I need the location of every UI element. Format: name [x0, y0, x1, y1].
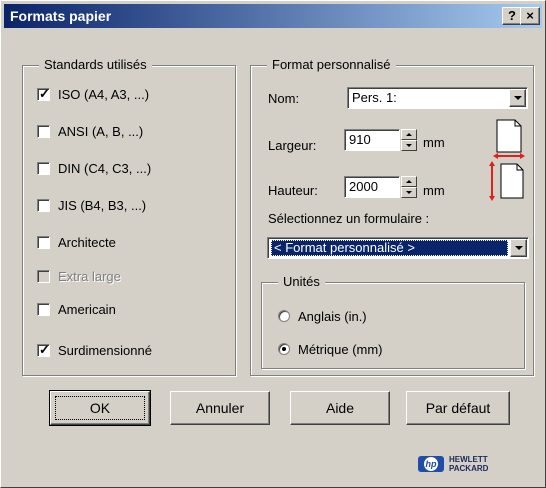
checkbox-jis-label: JIS (B4, B3, ...) [58, 197, 147, 213]
checkbox-extra-large-box [37, 269, 50, 283]
radio-selected-dot-icon [282, 347, 286, 351]
spin-down-icon[interactable] [401, 187, 417, 198]
form-select-label: Sélectionnez un formulaire : [268, 211, 430, 226]
chevron-down-icon[interactable] [509, 89, 526, 107]
hp-brand-text: HEWLETT PACKARD [449, 455, 488, 473]
units-group: Unités Anglais (in.) Métrique (mm) [261, 274, 525, 369]
radio-anglais-button[interactable] [278, 310, 290, 322]
checkbox-architecte-box[interactable] [37, 235, 50, 249]
checkbox-din-box[interactable] [37, 161, 50, 175]
height-spinner[interactable] [401, 176, 417, 198]
checkbox-americain-label: Americain [58, 301, 116, 317]
name-label: Nom: [268, 91, 300, 106]
units-legend: Unités [278, 274, 325, 289]
checkbox-jis[interactable]: JIS (B4, B3, ...) [37, 196, 146, 214]
checkbox-din-label: DIN (C4, C3, ...) [58, 160, 152, 176]
form-select-value: < Format personnalisé > [271, 240, 508, 256]
checkbox-iso-box[interactable]: ✓ [37, 85, 50, 101]
standards-group: Standards utilisés ✓ ISO (A4, A3, ...) A… [22, 57, 236, 376]
checkbox-jis-box[interactable] [37, 198, 50, 212]
checkbox-extra-large-label: Extra large [58, 268, 121, 284]
custom-format-group: Format personnalisé Nom: Pers. 1: Largeu… [250, 57, 534, 376]
height-unit: mm [423, 183, 445, 198]
width-label: Largeur: [268, 138, 317, 153]
height-input[interactable]: 2000 [344, 176, 400, 198]
checkbox-americain[interactable]: Americain [37, 300, 116, 318]
checkbox-iso-label: ISO (A4, A3, ...) [58, 86, 150, 102]
checkbox-iso[interactable]: ✓ ISO (A4, A3, ...) [37, 85, 149, 103]
ok-button[interactable]: OK [49, 390, 151, 426]
radio-metrique[interactable]: Métrique (mm) [278, 340, 383, 358]
check-mark-icon: ✓ [39, 341, 50, 357]
spin-up-icon[interactable] [401, 129, 417, 140]
radio-metrique-button[interactable] [278, 343, 290, 355]
checkbox-ansi-box[interactable] [37, 124, 50, 138]
window-title: Formats papier [10, 8, 112, 24]
name-select[interactable]: Pers. 1: [347, 87, 528, 109]
checkbox-architecte[interactable]: Architecte [37, 233, 116, 251]
width-spinner[interactable] [401, 129, 417, 151]
checkbox-din[interactable]: DIN (C4, C3, ...) [37, 159, 151, 177]
spin-up-icon[interactable] [401, 176, 417, 187]
name-select-value: Pers. 1: [352, 90, 397, 105]
brand-line2: PACKARD [449, 464, 489, 473]
checkbox-architecte-label: Architecte [58, 234, 116, 250]
title-bar[interactable]: Formats papier ? × [4, 4, 542, 28]
standards-legend: Standards utilisés [39, 57, 152, 72]
checkbox-surdimensionne-label: Surdimensionné [58, 342, 152, 358]
focus-rect [55, 396, 145, 420]
formats-papier-dialog: Formats papier ? × Standards utilisés ✓ … [0, 0, 546, 488]
brand-line1: HEWLETT [449, 455, 488, 464]
close-button[interactable]: × [520, 7, 540, 25]
custom-format-legend: Format personnalisé [267, 57, 396, 72]
checkbox-ansi[interactable]: ANSI (A, B, ...) [37, 122, 143, 140]
radio-anglais-label: Anglais (in.) [298, 308, 367, 324]
width-unit: mm [423, 135, 445, 150]
spin-down-icon[interactable] [401, 140, 417, 151]
hp-logo-icon: hp [418, 456, 444, 472]
hp-logo-letters: hp [424, 457, 438, 471]
check-mark-icon: ✓ [39, 85, 50, 101]
page-dimension-icon [489, 119, 525, 201]
radio-anglais[interactable]: Anglais (in.) [278, 307, 367, 325]
default-button[interactable]: Par défaut [406, 391, 510, 425]
checkbox-ansi-label: ANSI (A, B, ...) [58, 123, 144, 139]
form-select[interactable]: < Format personnalisé > [267, 237, 529, 259]
height-label: Hauteur: [268, 183, 318, 198]
checkbox-surdimensionne[interactable]: ✓ Surdimensionné [37, 341, 152, 359]
checkbox-americain-box[interactable] [37, 302, 50, 316]
width-input[interactable]: 910 [344, 129, 400, 151]
help-button[interactable]: Aide [290, 391, 390, 425]
radio-metrique-label: Métrique (mm) [298, 341, 383, 357]
chevron-down-icon[interactable] [510, 239, 527, 257]
checkbox-surdimensionne-box[interactable]: ✓ [37, 341, 50, 357]
checkbox-extra-large: Extra large [37, 267, 121, 285]
help-title-button[interactable]: ? [502, 7, 522, 25]
cancel-button[interactable]: Annuler [170, 391, 270, 425]
